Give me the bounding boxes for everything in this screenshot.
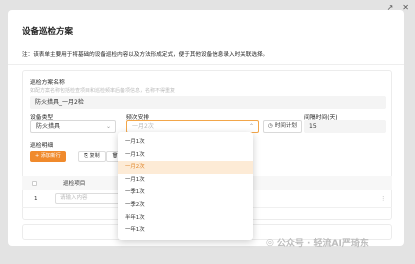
form-notice: 注：该表单主要用于将基础的设备巡检内容以及方法形成定式，便于其他设备信息录入时关… bbox=[22, 52, 269, 58]
wechat-icon: ◎ bbox=[266, 237, 274, 248]
time-plan-button[interactable]: ◷ 时间计划 bbox=[263, 120, 302, 133]
chevron-down-icon: ⌄ bbox=[105, 123, 111, 130]
dropdown-option[interactable]: 一季2次 bbox=[118, 199, 253, 212]
time-plan-label: 时间计划 bbox=[274, 123, 297, 129]
details-label: 巡检明细 bbox=[30, 143, 54, 149]
clock-icon: ◷ bbox=[268, 123, 273, 129]
copy-button[interactable]: ⎘ 复制 bbox=[78, 151, 106, 162]
watermark: ◎ 公众号 · 轻流AI严琦东 bbox=[266, 236, 369, 250]
plan-name-field[interactable]: 防火措具_一月2检 bbox=[30, 96, 386, 109]
copy-icon: ⎘ bbox=[84, 153, 89, 159]
dropdown-option[interactable]: 一月1次 bbox=[118, 136, 253, 149]
dropdown-option[interactable]: 一月1次 bbox=[118, 149, 253, 162]
frequency-placeholder: 一月2次 bbox=[132, 123, 154, 130]
dropdown-option-selected[interactable]: 一月2次 bbox=[118, 161, 253, 174]
close-icon[interactable]: ✕ bbox=[402, 3, 409, 12]
watermark-text: 公众号 · 轻流AI严琦东 bbox=[276, 239, 369, 249]
frequency-dropdown: 一月1次 一月1次 一月2次 一月1次 一季1次 一季2次 半年1次 一年1次 bbox=[118, 132, 253, 240]
row-index: 1 bbox=[34, 195, 38, 202]
device-type-select[interactable]: 防火措具 ⌄ bbox=[30, 120, 116, 133]
plan-name-hint: 如配方案名称包括检查项目和巡检频率后备项信息，名称不得重复 bbox=[30, 88, 176, 94]
header-divider bbox=[8, 64, 404, 65]
select-all-checkbox[interactable] bbox=[32, 180, 37, 186]
more-icon[interactable]: ⋮ bbox=[380, 196, 386, 202]
dropdown-option[interactable]: 一月1次 bbox=[118, 174, 253, 187]
dropdown-option[interactable]: 一季1次 bbox=[118, 186, 253, 199]
add-row-button[interactable]: + 添加新行 bbox=[30, 151, 66, 162]
interval-field[interactable]: 15 bbox=[304, 120, 386, 133]
copy-label: 复制 bbox=[89, 153, 100, 159]
page-title: 设备巡检方案 bbox=[22, 27, 74, 37]
dropdown-option[interactable]: 半年1次 bbox=[118, 212, 253, 225]
plan-name-label: 巡检方案名称 bbox=[30, 80, 65, 86]
column-header-item: 巡检项目 bbox=[63, 181, 86, 187]
row-item-input[interactable]: 请输入内容 bbox=[55, 193, 125, 204]
device-type-value: 防火措具 bbox=[36, 123, 61, 130]
chevron-up-icon: ⌃ bbox=[248, 123, 254, 130]
dropdown-option[interactable]: 一年1次 bbox=[118, 224, 253, 237]
